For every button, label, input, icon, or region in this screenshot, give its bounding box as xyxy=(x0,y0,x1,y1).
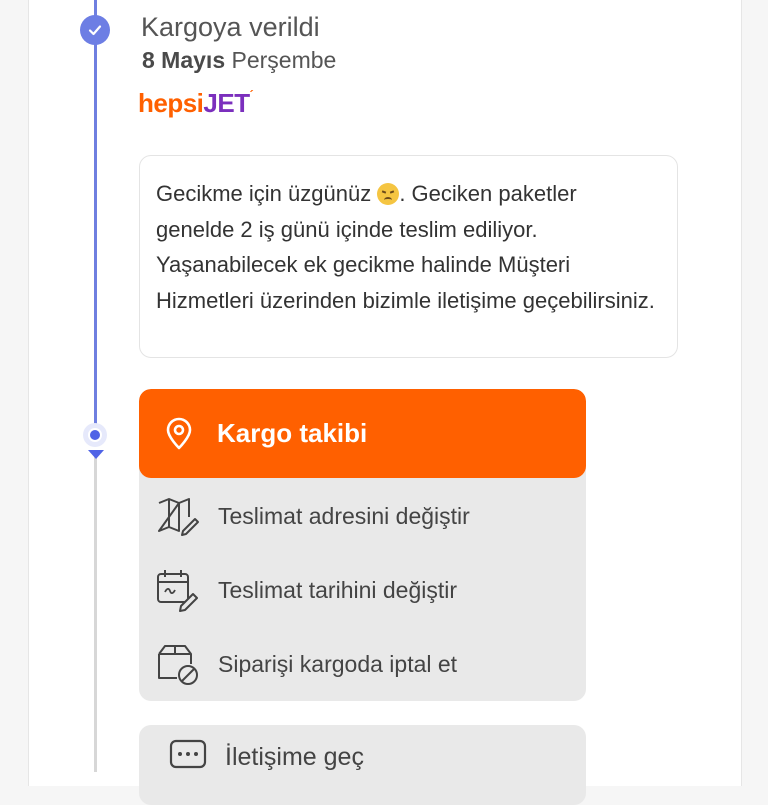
location-pin-icon xyxy=(161,416,197,452)
timeline-line-pending xyxy=(94,452,97,772)
timeline-line-completed xyxy=(94,0,97,438)
carrier-logo: hepsiJET´ xyxy=(138,88,254,119)
track-shipment-label: Kargo takibi xyxy=(217,418,368,448)
contact-button[interactable]: İletişime geç xyxy=(139,725,586,805)
disappointed-face-icon xyxy=(377,183,400,205)
timeline-pointer-icon xyxy=(88,450,104,459)
carrier-logo-part1: hepsi xyxy=(138,88,204,118)
carrier-logo-part2: JET xyxy=(203,88,250,118)
delay-notice-text: Gecikme için üzgünüz . Geciken paketler … xyxy=(156,176,661,318)
cancel-order-in-shipment-item[interactable]: Siparişi kargoda iptal et xyxy=(139,634,586,694)
delay-notice: Gecikme için üzgünüz . Geciken paketler … xyxy=(139,155,678,358)
status-title: Kargoya verildi xyxy=(141,12,320,42)
timeline-check-icon xyxy=(80,15,110,45)
change-delivery-address-label: Teslimat adresini değiştir xyxy=(218,502,470,529)
track-shipment-button[interactable]: Kargo takibi xyxy=(139,389,586,478)
carrier-logo-mark: ´ xyxy=(249,88,254,102)
change-delivery-date-item[interactable]: Teslimat tarihini değiştir xyxy=(139,560,586,620)
change-delivery-date-label: Teslimat tarihini değiştir xyxy=(218,576,458,603)
cancel-order-in-shipment-label: Siparişi kargoda iptal et xyxy=(218,650,458,677)
calendar-edit-icon xyxy=(155,568,201,612)
status-date-day-month: 8 Mayıs xyxy=(142,47,226,73)
shipment-actions: Kargo takibi Teslimat adresini değiştir … xyxy=(139,389,586,701)
status-date: 8 Mayıs Perşembe xyxy=(142,47,336,74)
notice-text-start: Gecikme için üzgünüz xyxy=(156,181,378,206)
box-cancel-icon xyxy=(155,642,201,686)
map-edit-icon xyxy=(155,495,201,537)
timeline-current-dot-icon xyxy=(83,423,107,447)
change-delivery-address-item[interactable]: Teslimat adresini değiştir xyxy=(139,486,586,546)
status-date-weekday: Perşembe xyxy=(231,47,337,73)
